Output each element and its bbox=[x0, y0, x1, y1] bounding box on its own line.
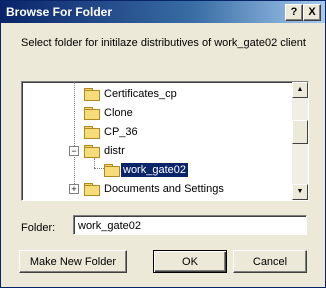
dialog-prompt: Select folder for initilaze distributive… bbox=[21, 37, 306, 49]
expand-toggle[interactable]: + bbox=[69, 184, 79, 194]
tree-item[interactable]: eToken bbox=[22, 198, 290, 201]
tree-item-label: work_gate02 bbox=[120, 162, 189, 178]
make-new-folder-button[interactable]: Make New Folder bbox=[19, 250, 127, 273]
scroll-up-button[interactable]: ▲ bbox=[292, 82, 308, 98]
tree-item-label: distr bbox=[104, 145, 125, 157]
cancel-button[interactable]: Cancel bbox=[233, 250, 307, 273]
tree-item[interactable]: Certificates_cp bbox=[22, 85, 290, 104]
tree-item-label: Documents and Settings bbox=[104, 183, 224, 195]
folder-icon bbox=[84, 126, 100, 139]
tree-item[interactable]: + Documents and Settings bbox=[22, 180, 290, 199]
scroll-down-button[interactable]: ▼ bbox=[292, 184, 308, 200]
help-button[interactable]: ? bbox=[285, 4, 303, 21]
tree-item[interactable]: − distr bbox=[22, 142, 290, 161]
scroll-thumb[interactable] bbox=[292, 120, 308, 144]
close-button[interactable]: X bbox=[303, 4, 321, 21]
vertical-scrollbar[interactable]: ▲ ▼ bbox=[292, 82, 308, 200]
collapse-toggle[interactable]: − bbox=[69, 146, 79, 156]
folder-icon bbox=[84, 88, 100, 101]
folder-tree[interactable]: Certificates_cp Clone CP_36 − distr work… bbox=[21, 81, 309, 201]
folder-icon bbox=[84, 183, 100, 196]
tree-item-label: Certificates_cp bbox=[104, 88, 177, 100]
folder-icon bbox=[84, 145, 100, 158]
tree-item[interactable]: CP_36 bbox=[22, 123, 290, 142]
tree-item-label: CP_36 bbox=[104, 126, 138, 138]
folder-icon bbox=[84, 107, 100, 120]
folder-input[interactable]: work_gate02 bbox=[73, 215, 307, 235]
tree-item-selected[interactable]: work_gate02 bbox=[22, 161, 290, 180]
tree-item-label: Clone bbox=[104, 107, 133, 119]
tree-item[interactable]: Clone bbox=[22, 104, 290, 123]
window-title: Browse For Folder bbox=[6, 5, 113, 19]
open-folder-icon bbox=[104, 164, 120, 177]
folder-tree-rows: Certificates_cp Clone CP_36 − distr work… bbox=[22, 82, 290, 200]
title-bar[interactable]: Browse For Folder ? X bbox=[1, 1, 325, 23]
folder-field-label: Folder: bbox=[21, 222, 56, 234]
ok-button[interactable]: OK bbox=[153, 250, 227, 273]
browse-for-folder-dialog: Browse For Folder ? X Select folder for … bbox=[0, 0, 326, 288]
tree-item-label: eToken bbox=[102, 200, 141, 201]
